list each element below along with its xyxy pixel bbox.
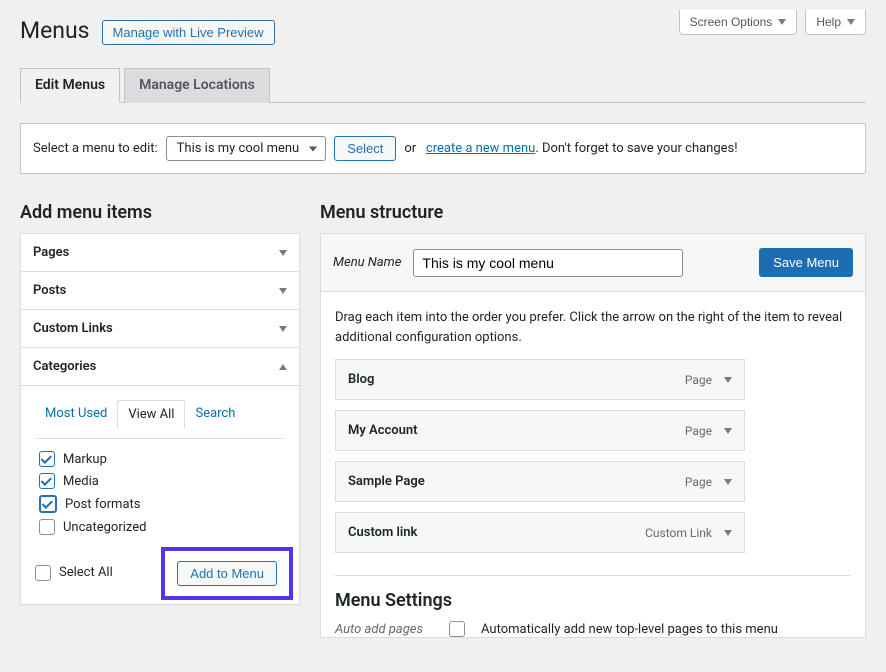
checkbox-media[interactable] bbox=[39, 473, 55, 489]
select-button[interactable]: Select bbox=[334, 136, 396, 161]
select-all-label: Select All bbox=[59, 565, 113, 580]
accordion-pages[interactable]: Pages bbox=[21, 234, 299, 272]
checkbox-uncategorized[interactable] bbox=[39, 519, 55, 535]
menu-item-type: Page bbox=[685, 424, 712, 438]
menu-item-type: Custom Link bbox=[645, 526, 712, 540]
menu-name-label: Menu Name bbox=[333, 255, 401, 270]
menu-item-type: Page bbox=[685, 475, 712, 489]
menu-item-name: Sample Page bbox=[348, 474, 673, 489]
select-menu-bar: Select a menu to edit: This is my cool m… bbox=[20, 123, 866, 174]
menu-item-name: My Account bbox=[348, 423, 673, 438]
accordion-posts[interactable]: Posts bbox=[21, 272, 299, 310]
checkbox-uncategorized-label: Uncategorized bbox=[63, 520, 146, 535]
menu-name-input[interactable] bbox=[413, 249, 683, 277]
checkbox-post-formats[interactable] bbox=[39, 495, 57, 513]
chevron-down-icon bbox=[279, 288, 287, 294]
chevron-down-icon bbox=[279, 250, 287, 256]
select-menu-prompt: Select a menu to edit: bbox=[33, 141, 158, 156]
checkbox-auto-add-pages[interactable] bbox=[449, 621, 465, 637]
auto-add-pages-text: Automatically add new top-level pages to… bbox=[481, 622, 778, 637]
accordion-posts-label: Posts bbox=[33, 283, 66, 298]
tab-edit-menus[interactable]: Edit Menus bbox=[20, 68, 120, 103]
auto-add-pages-label: Auto add pages bbox=[335, 622, 433, 637]
checkbox-post-formats-label: Post formats bbox=[65, 497, 141, 512]
accordion-categories-label: Categories bbox=[33, 359, 96, 374]
chevron-down-icon[interactable] bbox=[724, 377, 732, 383]
menu-select[interactable]: This is my cool menu bbox=[166, 136, 327, 161]
screen-options-button[interactable]: Screen Options bbox=[679, 10, 798, 35]
create-new-menu-link[interactable]: create a new menu bbox=[426, 141, 535, 156]
tab-manage-locations[interactable]: Manage Locations bbox=[124, 68, 270, 103]
menu-item[interactable]: Blog Page bbox=[335, 359, 745, 400]
categories-panel: Most Used View All Search Markup Media bbox=[21, 386, 299, 604]
checkbox-markup-label: Markup bbox=[63, 452, 107, 467]
menu-instructions: Drag each item into the order you prefer… bbox=[321, 292, 865, 351]
menu-structure-heading: Menu structure bbox=[320, 202, 866, 223]
menu-item[interactable]: My Account Page bbox=[335, 410, 745, 451]
chevron-down-icon[interactable] bbox=[724, 428, 732, 434]
save-menu-button[interactable]: Save Menu bbox=[759, 248, 853, 277]
chevron-down-icon bbox=[309, 146, 317, 151]
chevron-down-icon bbox=[778, 19, 786, 25]
chevron-down-icon bbox=[279, 326, 287, 332]
accordion-categories[interactable]: Categories bbox=[21, 348, 299, 386]
screen-options-label: Screen Options bbox=[690, 15, 773, 29]
chevron-down-icon[interactable] bbox=[724, 530, 732, 536]
page-title: Menus bbox=[20, 17, 90, 44]
checkbox-media-label: Media bbox=[63, 474, 99, 489]
accordion-pages-label: Pages bbox=[33, 245, 69, 260]
or-text: or bbox=[404, 141, 416, 156]
add-to-menu-button[interactable]: Add to Menu bbox=[177, 561, 277, 586]
checkbox-markup[interactable] bbox=[39, 451, 55, 467]
menu-item[interactable]: Sample Page Page bbox=[335, 461, 745, 502]
menu-select-value: This is my cool menu bbox=[177, 141, 300, 156]
tab-most-used[interactable]: Most Used bbox=[35, 400, 117, 428]
menu-structure-panel: Menu Name Save Menu Drag each item into … bbox=[320, 233, 866, 638]
menu-item[interactable]: Custom link Custom Link bbox=[335, 512, 745, 553]
menu-item-type: Page bbox=[685, 373, 712, 387]
chevron-down-icon[interactable] bbox=[724, 479, 732, 485]
add-menu-items-heading: Add menu items bbox=[20, 202, 300, 223]
chevron-down-icon bbox=[847, 19, 855, 25]
tab-search[interactable]: Search bbox=[185, 400, 245, 428]
checkbox-select-all[interactable] bbox=[35, 565, 51, 581]
help-button[interactable]: Help bbox=[805, 10, 866, 35]
accordion-custom-links[interactable]: Custom Links bbox=[21, 310, 299, 348]
live-preview-button[interactable]: Manage with Live Preview bbox=[102, 20, 275, 45]
select-bar-tail: . Don't forget to save your changes! bbox=[535, 141, 737, 156]
help-label: Help bbox=[816, 15, 841, 29]
menu-item-name: Custom link bbox=[348, 525, 633, 540]
accordion-custom-links-label: Custom Links bbox=[33, 321, 113, 336]
add-to-menu-highlight: Add to Menu bbox=[161, 547, 293, 600]
add-menu-items-panel: Pages Posts Custom Links Categories bbox=[20, 233, 300, 605]
tab-view-all[interactable]: View All bbox=[117, 400, 185, 429]
menu-item-name: Blog bbox=[348, 372, 673, 387]
nav-tabs: Edit Menus Manage Locations bbox=[20, 68, 866, 103]
chevron-up-icon bbox=[279, 364, 287, 370]
menu-settings-heading: Menu Settings bbox=[335, 590, 851, 611]
